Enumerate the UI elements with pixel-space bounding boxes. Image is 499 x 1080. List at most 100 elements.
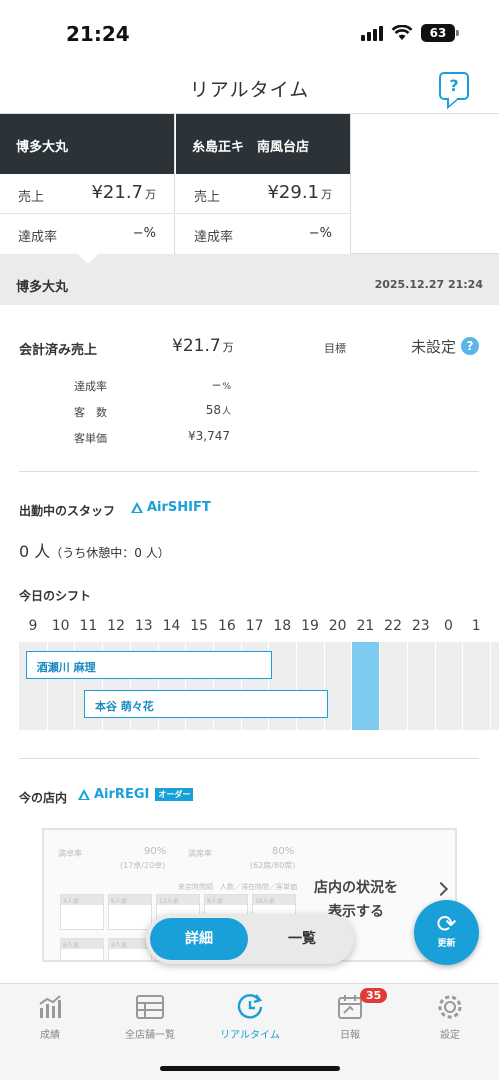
view-toggle: 詳細 一覧: [146, 914, 354, 964]
store-rate-label: 達成率: [194, 230, 234, 245]
chevron-right-icon: [433, 881, 449, 897]
store-rate-row: 達成率 −%: [0, 214, 174, 254]
settled-sales-value: ¥21.7 万: [172, 336, 234, 356]
tab-label: 全店舗一覧: [125, 1030, 175, 1041]
preview-legend: 来店時間順 人数／滞在時間／客単価: [178, 883, 297, 891]
shift-grid-line: [462, 642, 464, 730]
shift-hour-label: 1: [471, 618, 481, 634]
shift-grid-line: [434, 642, 436, 730]
shift-timeline: 酒瀬川 麻理本谷 萌々花: [19, 642, 499, 730]
status-time: 21:24: [66, 22, 130, 46]
refresh-label: 更新: [437, 939, 456, 949]
tab-label: 日報: [340, 1030, 360, 1041]
app-header: リアルタイム ?: [0, 66, 499, 114]
shift-bar[interactable]: 本谷 萌々花: [83, 690, 328, 718]
stat-label-avg-spend: 客単価: [74, 432, 107, 445]
shift-hour-label: 0: [444, 618, 453, 634]
shift-hour-label: 23: [411, 618, 430, 634]
store-rate-label: 達成率: [18, 230, 58, 245]
stat-label-rate: 達成率: [74, 380, 107, 393]
store-sales-label: 売上: [18, 190, 45, 205]
shift-hour-labels: 9 10 11 12 13 14 15 16 17 18 19 20 21 22 23 0 1: [19, 618, 489, 638]
store-sales-label: 売上: [194, 190, 221, 205]
preview-table: 6人卓: [108, 894, 152, 930]
divider: [19, 471, 479, 472]
detail-view-button[interactable]: 詳細: [150, 918, 248, 960]
store-rate-value: −%: [308, 226, 332, 241]
shift-hour-label: 13: [134, 618, 153, 634]
store-name: 糸島正キ 南風台店: [176, 114, 350, 174]
selected-store-name: 博多大丸: [16, 280, 69, 295]
tab-daily-report[interactable]: 35 日報: [300, 988, 400, 1041]
status-bar: 21:24 63: [0, 0, 499, 66]
tab-label: 成績: [40, 1030, 60, 1041]
tab-all-stores[interactable]: 全店舗一覧: [100, 992, 200, 1041]
store-selector: 博多大丸 売上 ¥21.7 万 達成率 −% 糸島正キ 南風台店 売上 ¥29.1…: [0, 114, 499, 254]
store-now-title: 今の店内: [19, 791, 68, 805]
shift-hour-label: 10: [51, 618, 70, 634]
shift-hour-label: 9: [28, 618, 38, 634]
list-icon: [100, 992, 200, 1022]
preview-seat-detail: (62席/80席): [250, 861, 296, 870]
shift-grid-line: [379, 642, 381, 730]
home-indicator: [160, 1066, 340, 1071]
updated-datetime: 2025.12.27 21:24: [374, 278, 483, 291]
store-card-hakata-daimaru[interactable]: 博多大丸 売上 ¥21.7 万 達成率 −%: [0, 114, 175, 254]
shift-bar[interactable]: 酒瀬川 麻理: [25, 651, 273, 679]
help-icon[interactable]: ?: [439, 72, 469, 100]
shift-hour-label: 21: [356, 618, 375, 634]
chart-icon: [0, 992, 100, 1022]
shift-hour-label: 19: [301, 618, 319, 634]
shift-hour-label: 22: [384, 618, 403, 634]
battery-icon: 63: [421, 24, 459, 42]
staff-section-title: 出勤中のスタッフ: [19, 504, 116, 518]
list-view-button[interactable]: 一覧: [256, 918, 348, 960]
preview-seat-label: 満席率: [188, 849, 212, 858]
stat-value-rate: −%: [211, 378, 231, 392]
target-help-icon[interactable]: ?: [461, 337, 479, 355]
notification-badge: 35: [360, 988, 388, 1003]
current-hour-highlight: [352, 642, 380, 730]
store-name: 博多大丸: [0, 114, 174, 174]
tab-realtime[interactable]: リアルタイム: [200, 992, 300, 1041]
target-label: 目標: [324, 342, 346, 355]
shift-grid-line: [406, 642, 408, 730]
tab-label: リアルタイム: [220, 1030, 280, 1041]
status-icons: 63: [361, 24, 459, 42]
shift-hour-label: 14: [162, 618, 181, 634]
refresh-button[interactable]: ⟳ 更新: [414, 900, 479, 965]
airshift-logo: AirSHIFT: [131, 500, 211, 515]
tab-settings[interactable]: 設定: [400, 992, 499, 1041]
preview-occupancy-value: 90%: [144, 846, 167, 857]
tab-performance[interactable]: 成績: [0, 992, 100, 1041]
preview-occupancy-label: 満卓率: [58, 849, 82, 858]
shift-hour-label: 17: [245, 618, 264, 634]
shift-hour-label: 11: [79, 618, 98, 634]
signal-icon: [361, 25, 383, 41]
store-card-itoshima[interactable]: 糸島正キ 南風台店 売上 ¥29.1 万 達成率 −%: [176, 114, 351, 254]
preview-table: 4人卓: [60, 894, 104, 930]
stat-value-avg-spend: ¥3,747: [188, 429, 230, 443]
divider: [19, 758, 479, 759]
store-sales-row: 売上 ¥21.7 万: [0, 174, 174, 214]
calendar-icon: 35: [300, 988, 400, 1022]
store-rate-value: −%: [132, 226, 156, 241]
selected-store-band: 博多大丸 2025.12.27 21:24: [0, 254, 499, 305]
tab-label: 設定: [440, 1030, 460, 1041]
preview-table: 8人卓: [60, 938, 104, 960]
refresh-icon: ⟳: [436, 910, 457, 938]
stat-value-customers: 58人: [205, 403, 231, 417]
store-sales-value: ¥29.1 万: [267, 182, 332, 203]
shift-hour-label: 12: [107, 618, 126, 634]
airshift-logo-icon: [131, 502, 143, 513]
shift-hour-label: 18: [273, 618, 292, 634]
gear-icon: [400, 992, 499, 1022]
settled-sales-label: 会計済み売上: [19, 343, 98, 358]
store-sales-row: 売上 ¥29.1 万: [176, 174, 350, 214]
shift-grid-line: [489, 642, 491, 730]
store-sales-value: ¥21.7 万: [91, 182, 156, 203]
shift-hour-label: 20: [328, 618, 347, 634]
shift-hour-label: 16: [217, 618, 236, 634]
shift-hour-label: 15: [190, 618, 209, 634]
preview-occupancy-detail: (17卓/20卓): [120, 861, 166, 870]
